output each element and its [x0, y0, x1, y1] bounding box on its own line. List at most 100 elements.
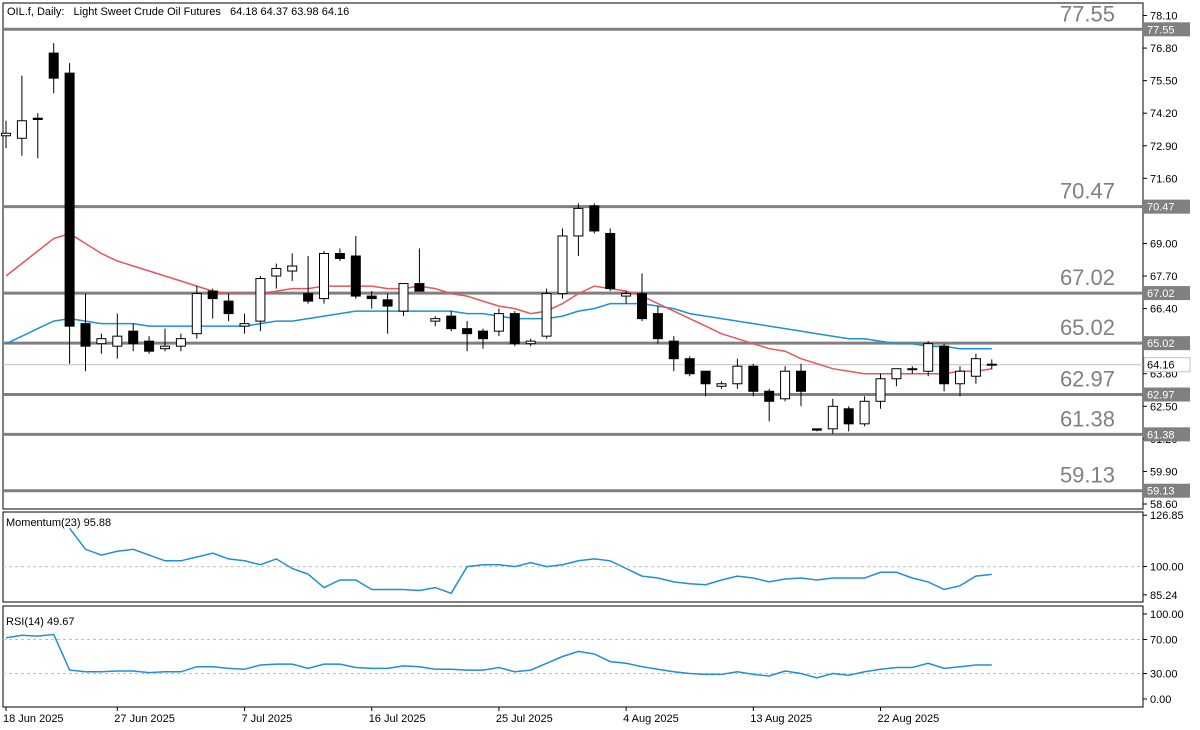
candle-body: [398, 283, 409, 312]
candle-body: [796, 370, 806, 392]
candle-body: [748, 365, 759, 392]
momentum-tick-label: 100.00: [1150, 562, 1184, 574]
candle-body: [446, 315, 457, 330]
candle-body: [271, 268, 282, 277]
candle-body: [160, 345, 170, 350]
level-label: 77.55: [1060, 1, 1115, 26]
candle-body: [637, 293, 647, 320]
price-tick-label: 67.70: [1150, 271, 1178, 283]
time-tick-label: 16 Jul 2025: [369, 713, 426, 725]
candle-body: [573, 207, 584, 237]
candle-body: [923, 343, 934, 372]
level-label: 61.38: [1060, 406, 1115, 431]
time-tick-label: 4 Aug 2025: [623, 713, 679, 725]
candle-body: [80, 323, 91, 347]
level-label: 59.13: [1060, 463, 1115, 488]
level-label: 65.02: [1060, 315, 1115, 340]
candle-body: [462, 328, 473, 335]
time-tick-label: 18 Jun 2025: [3, 713, 64, 725]
ohlc-values: 64.18 64.37 63.98 64.16: [230, 6, 349, 18]
candle-body: [96, 338, 107, 345]
level-price-tag: 77.55: [1147, 24, 1175, 36]
candle-body: [700, 370, 711, 385]
momentum-tick-label: 85.24: [1150, 590, 1178, 602]
price-tick-label: 58.60: [1150, 499, 1178, 511]
price-tick-label: 71.60: [1150, 173, 1178, 185]
candle: [64, 63, 75, 364]
candle-body: [652, 313, 663, 340]
level-price-tag: 67.02: [1147, 288, 1175, 300]
level-price-tag: 70.47: [1147, 202, 1175, 214]
candle-body: [64, 72, 75, 327]
candle-body: [334, 252, 345, 260]
current-price-tag: 64.16: [1147, 360, 1175, 372]
candle-body: [684, 358, 695, 375]
candle: [557, 228, 568, 299]
candle: [780, 366, 791, 402]
candle-body: [303, 293, 314, 302]
candle: [748, 363, 759, 397]
candle-body: [144, 340, 155, 352]
candle-body: [350, 255, 361, 297]
candle-body: [525, 340, 536, 345]
level-price-tag: 65.02: [1147, 338, 1175, 350]
time-tick-label: 13 Aug 2025: [750, 713, 812, 725]
candle-body: [112, 335, 123, 347]
chart-header: OIL.f, Daily: Light Sweet Crude Oil Futu…: [7, 6, 349, 18]
candle-body: [255, 278, 266, 322]
candle-body: [239, 323, 250, 327]
rsi-tick-label: 70.00: [1150, 635, 1178, 647]
price-tick-label: 69.00: [1150, 238, 1178, 250]
candle-body: [907, 368, 918, 371]
level-price-tag: 61.38: [1147, 429, 1175, 441]
candle-body: [732, 365, 743, 385]
candle-body: [764, 390, 775, 402]
candle-body: [939, 345, 950, 385]
candle-body: [875, 378, 886, 402]
level-label: 70.47: [1060, 179, 1115, 204]
candle-body: [128, 330, 139, 345]
symbol-label: OIL.f, Daily:: [7, 6, 64, 18]
candle-body: [287, 265, 298, 272]
level-label: 67.02: [1060, 265, 1115, 290]
candle-body: [1, 132, 11, 137]
momentum-label: Momentum(23) 95.88: [6, 517, 111, 529]
candle-body: [780, 370, 791, 400]
candle: [589, 203, 600, 234]
candle-body: [32, 117, 43, 120]
price-tick-label: 75.50: [1150, 76, 1178, 88]
rsi-label: RSI(14) 49.67: [6, 616, 74, 628]
candle-body: [621, 293, 632, 297]
candle-body: [191, 293, 202, 335]
time-tick-label: 25 Jul 2025: [496, 713, 553, 725]
candle-body: [319, 252, 329, 300]
price-tick-label: 76.80: [1150, 43, 1178, 55]
candle-body: [843, 408, 854, 425]
candle-body: [414, 283, 425, 292]
rsi-tick-label: 100.00: [1150, 609, 1184, 621]
level-label: 62.97: [1060, 367, 1115, 392]
candle-body: [382, 299, 393, 307]
candle: [684, 356, 695, 377]
price-tick-label: 66.40: [1150, 304, 1178, 316]
candle-body: [223, 300, 234, 315]
price-tick-label: 62.50: [1150, 401, 1178, 413]
candle: [939, 343, 950, 392]
candle-body: [605, 232, 616, 290]
price-tick-label: 72.90: [1150, 141, 1178, 153]
candle-body: [716, 383, 727, 387]
candle-body: [986, 363, 997, 366]
candle-body: [493, 313, 504, 332]
rsi-tick-label: 0.00: [1150, 694, 1171, 706]
momentum-tick-label: 126.85: [1150, 510, 1184, 522]
time-tick-label: 7 Jul 2025: [242, 713, 293, 725]
trading-chart: 77.55 70.47 67.02 65.02 62.97 61.38 59.13 78.1…: [0, 0, 1200, 730]
candle-body: [366, 295, 377, 300]
candle-body: [478, 330, 488, 340]
time-tick-label: 27 Jun 2025: [114, 713, 175, 725]
candle-body: [48, 52, 59, 79]
rsi-tick-label: 30.00: [1150, 669, 1178, 681]
candle: [319, 250, 329, 304]
candle-body: [541, 293, 552, 337]
candle: [398, 283, 409, 317]
